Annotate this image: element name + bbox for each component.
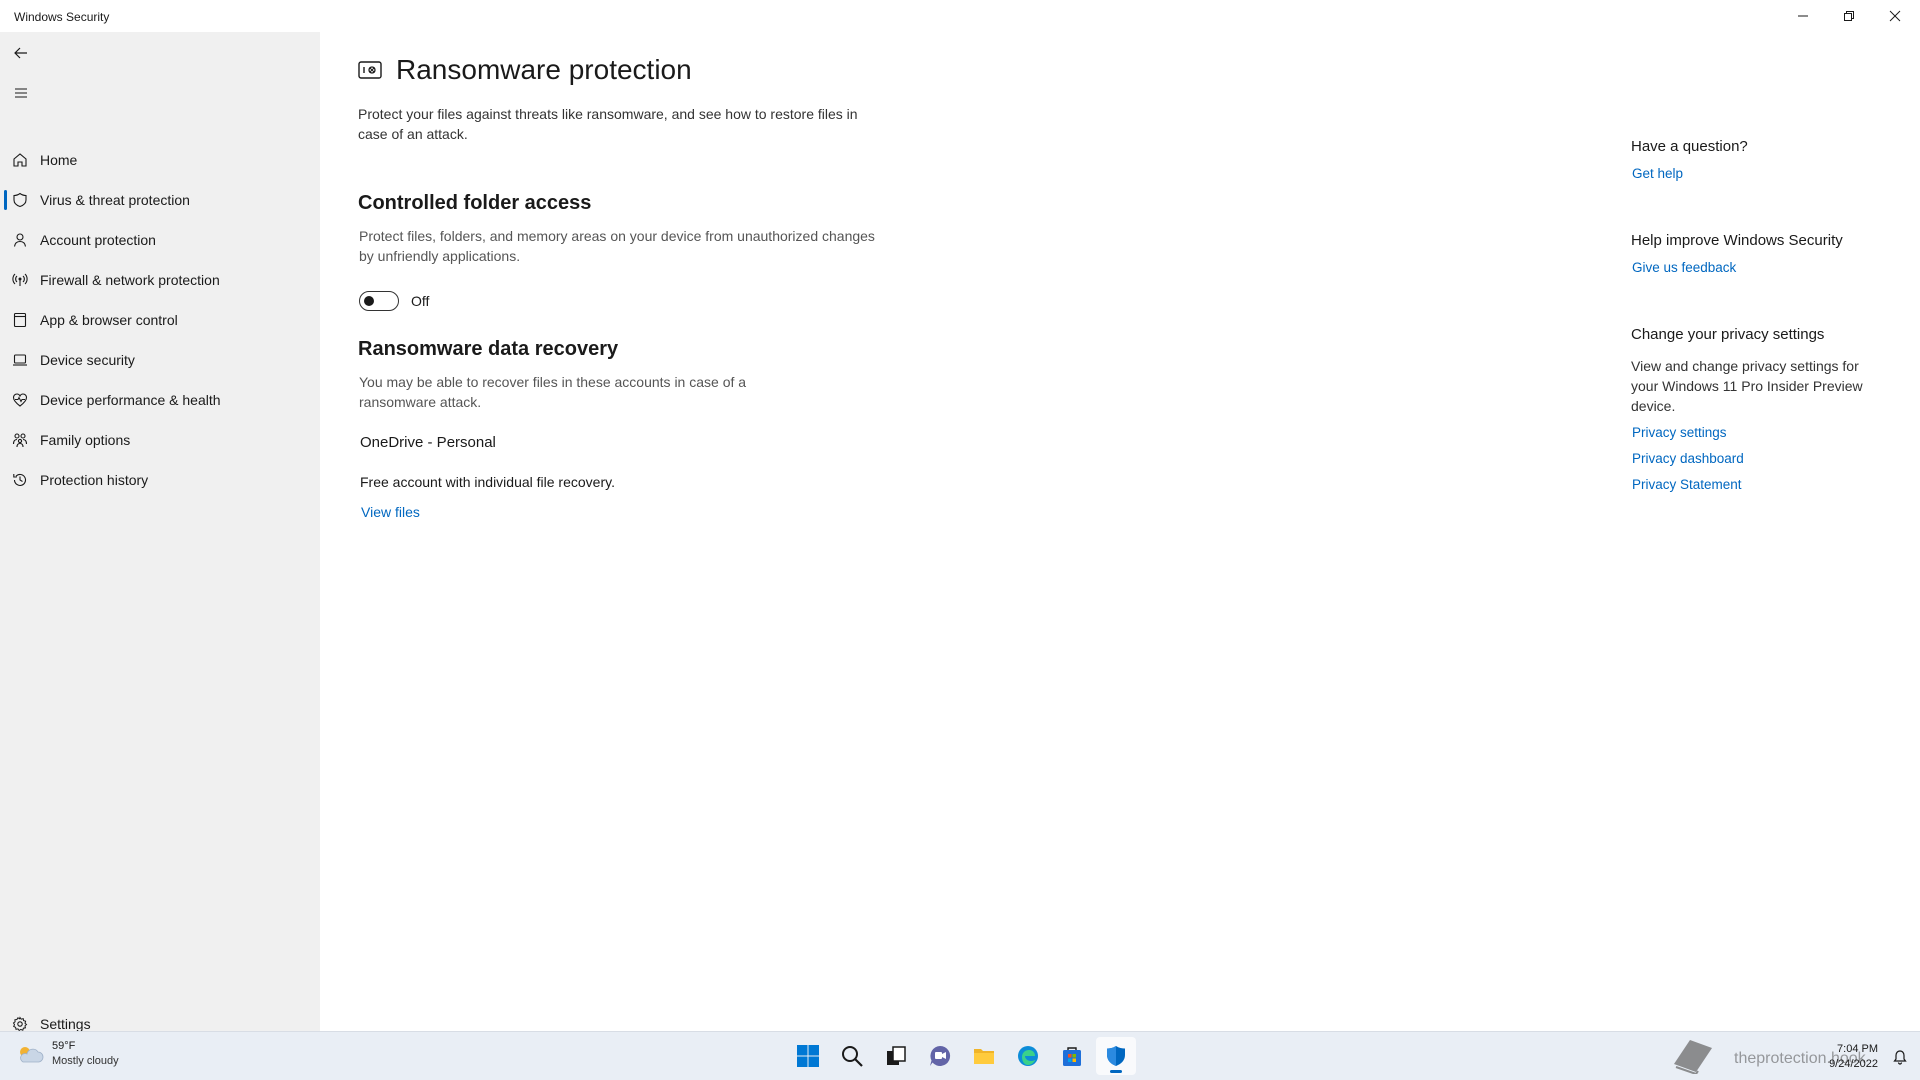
ransomware-data-recovery-title: Ransomware data recovery bbox=[358, 338, 619, 360]
ransomware-icon bbox=[358, 61, 382, 79]
shield-icon bbox=[13, 192, 27, 208]
sidebar-item-app-browser-control[interactable]: App & browser control bbox=[0, 300, 320, 340]
sidebar-item-firewall-network-protection[interactable]: Firewall & network protection bbox=[0, 260, 320, 300]
ransomware-data-recovery-description: You may be able to recover files in thes… bbox=[359, 374, 747, 410]
notification-bell-icon[interactable] bbox=[1892, 1049, 1908, 1065]
onedrive-account-description: Free account with individual file recove… bbox=[360, 474, 615, 490]
help-improve-title: Help improve Windows Security bbox=[1631, 232, 1843, 249]
clock-time: 7:04 PM bbox=[1837, 1043, 1878, 1055]
history-icon bbox=[13, 473, 27, 486]
main-content: Ransomware protection Protect your files… bbox=[320, 32, 1920, 1031]
task-view-button[interactable] bbox=[876, 1037, 916, 1075]
weather-condition: Mostly cloudy bbox=[52, 1055, 119, 1067]
sidebar-item-home[interactable]: Home bbox=[0, 140, 320, 180]
security-shield-icon bbox=[1107, 1046, 1125, 1066]
heart-pulse-icon bbox=[12, 393, 28, 407]
window-title: Windows Security bbox=[14, 10, 110, 24]
close-icon bbox=[1889, 10, 1901, 22]
back-button[interactable] bbox=[8, 40, 34, 66]
page-title: Ransomware protection bbox=[396, 54, 692, 85]
toggle-state-label: Off bbox=[411, 293, 430, 309]
weather-widget[interactable]: 59°F Mostly cloudy bbox=[16, 1040, 119, 1067]
start-button[interactable] bbox=[788, 1037, 828, 1075]
edge-icon bbox=[1018, 1046, 1038, 1066]
sidebar-item-label: Protection history bbox=[40, 472, 149, 488]
controlled-folder-access-toggle-row: Off bbox=[359, 291, 429, 311]
title-bar: Windows Security bbox=[0, 0, 1920, 32]
clock-date: 9/24/2022 bbox=[1829, 1058, 1878, 1070]
give-feedback-link[interactable]: Give us feedback bbox=[1632, 260, 1736, 275]
sidebar-item-label: Virus & threat protection bbox=[40, 192, 190, 208]
hamburger-icon bbox=[15, 88, 27, 98]
privacy-statement-link[interactable]: Privacy Statement bbox=[1632, 477, 1742, 492]
minimize-icon bbox=[1798, 15, 1808, 17]
back-arrow-icon bbox=[14, 47, 27, 59]
controlled-folder-access-description: Protect files, folders, and memory areas… bbox=[359, 228, 875, 264]
edge-browser-button[interactable] bbox=[1008, 1037, 1048, 1075]
view-files-link[interactable]: View files bbox=[361, 504, 420, 520]
sidebar-item-label: Home bbox=[40, 152, 78, 168]
person-icon bbox=[13, 233, 27, 247]
privacy-description: View and change privacy settings for you… bbox=[1631, 358, 1863, 414]
task-view-icon bbox=[887, 1046, 906, 1065]
close-button[interactable] bbox=[1872, 0, 1918, 32]
home-icon bbox=[13, 153, 27, 167]
privacy-settings-link[interactable]: Privacy settings bbox=[1632, 425, 1727, 440]
windows-security-taskbar-button[interactable] bbox=[1096, 1037, 1136, 1075]
sidebar-item-label: Account protection bbox=[40, 232, 156, 248]
controlled-folder-access-toggle[interactable] bbox=[359, 291, 399, 311]
sidebar-item-label: App & browser control bbox=[40, 312, 178, 328]
sidebar-item-account-protection[interactable]: Account protection bbox=[0, 220, 320, 260]
laptop-icon bbox=[13, 354, 27, 366]
file-explorer-button[interactable] bbox=[964, 1037, 1004, 1075]
sidebar-item-family-options[interactable]: Family options bbox=[0, 420, 320, 460]
chat-icon bbox=[930, 1045, 951, 1066]
microsoft-store-button[interactable] bbox=[1052, 1037, 1092, 1075]
folder-icon bbox=[974, 1049, 994, 1064]
app-window-icon bbox=[13, 312, 27, 328]
store-icon bbox=[1063, 1047, 1081, 1066]
get-help-link[interactable]: Get help bbox=[1632, 166, 1683, 181]
sidebar-item-label: Firewall & network protection bbox=[40, 272, 220, 288]
search-button[interactable] bbox=[832, 1037, 872, 1075]
sidebar: Home Virus & threat protection Account p… bbox=[0, 32, 320, 1032]
privacy-settings-title: Change your privacy settings bbox=[1631, 326, 1825, 343]
page-header: Ransomware protection bbox=[358, 54, 692, 86]
privacy-dashboard-link[interactable]: Privacy dashboard bbox=[1632, 451, 1744, 466]
restore-button[interactable] bbox=[1826, 0, 1872, 32]
gear-icon bbox=[12, 1016, 28, 1032]
windows-logo-icon bbox=[797, 1045, 819, 1067]
system-clock[interactable]: 7:04 PM 9/24/2022 bbox=[1829, 1042, 1878, 1072]
search-icon bbox=[842, 1046, 863, 1067]
teams-chat-button[interactable] bbox=[920, 1037, 960, 1075]
minimize-button[interactable] bbox=[1780, 0, 1826, 32]
family-icon bbox=[12, 433, 28, 448]
cloud-icon bbox=[20, 1046, 44, 1062]
system-tray: theprotection.hook 7:04 PM 9/24/2022 bbox=[1660, 1038, 1920, 1076]
settings-label: Settings bbox=[40, 1016, 91, 1032]
sidebar-item-label: Device security bbox=[40, 352, 135, 368]
sidebar-item-protection-history[interactable]: Protection history bbox=[0, 460, 320, 500]
controlled-folder-access-title: Controlled folder access bbox=[358, 192, 592, 214]
sidebar-item-label: Device performance & health bbox=[40, 392, 221, 408]
taskbar-apps bbox=[788, 1037, 1140, 1075]
sidebar-item-device-security[interactable]: Device security bbox=[0, 340, 320, 380]
weather-temperature: 59°F bbox=[52, 1040, 76, 1052]
taskbar: 59°F Mostly cloudy theprotection.hook 7:… bbox=[0, 1031, 1920, 1080]
hamburger-menu-button[interactable] bbox=[8, 80, 34, 106]
page-description: Protect your files against threats like … bbox=[358, 106, 858, 142]
sidebar-item-device-performance-health[interactable]: Device performance & health bbox=[0, 380, 320, 420]
sidebar-item-virus-threat-protection[interactable]: Virus & threat protection bbox=[0, 180, 320, 220]
sidebar-item-label: Family options bbox=[40, 432, 131, 448]
onedrive-account-name: OneDrive - Personal bbox=[360, 434, 496, 451]
toggle-knob bbox=[364, 296, 374, 306]
nav-list: Home Virus & threat protection Account p… bbox=[0, 140, 320, 500]
restore-icon bbox=[1844, 11, 1854, 21]
watermark-book-icon bbox=[1674, 1040, 1712, 1074]
antenna-icon bbox=[12, 273, 28, 286]
have-a-question-title: Have a question? bbox=[1631, 138, 1748, 155]
